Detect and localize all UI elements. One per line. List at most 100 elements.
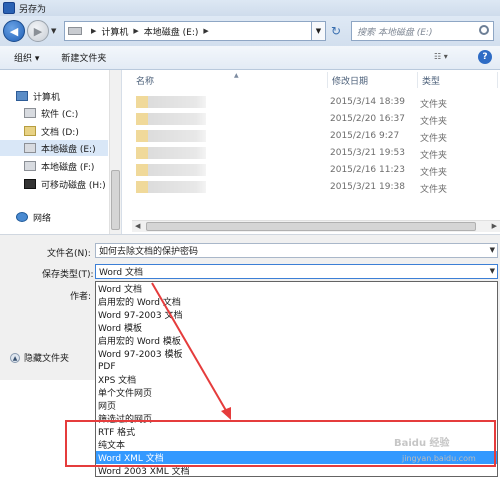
hide-folders-label: 隐藏文件夹: [24, 354, 70, 364]
nav-item-network[interactable]: 网络: [16, 209, 51, 225]
chevron-right-icon[interactable]: ▶: [203, 27, 208, 35]
network-icon: [16, 212, 28, 222]
nav-item-drive-h[interactable]: 可移动磁盘 (H:): [24, 176, 106, 192]
column-header-label: 修改日期: [332, 76, 369, 87]
column-header-date[interactable]: 修改日期: [328, 72, 418, 88]
nav-item-label: 可移动磁盘 (H:): [41, 180, 106, 191]
row-date: 2015/3/14 18:39: [330, 97, 405, 107]
back-arrow-icon[interactable]: ◀: [3, 20, 25, 42]
title-bar: 另存为: [0, 0, 500, 16]
nav-item-label: 本地磁盘 (F:): [41, 162, 95, 173]
scrollbar-thumb[interactable]: [111, 170, 120, 230]
navigation-pane: 计算机 软件 (C:) 文档 (D:) 本地磁盘 (E:) 本地磁盘 (F:) …: [0, 70, 122, 234]
address-dropdown-chevron-icon[interactable]: ▼: [312, 21, 326, 41]
recent-pages-chevron-icon[interactable]: ▼: [51, 27, 61, 35]
table-row[interactable]: 2015/3/21 19:38 文件夹: [132, 179, 492, 195]
nav-item-label: 本地磁盘 (E:): [41, 144, 96, 155]
savetype-option[interactable]: Word 97-2003 模板: [96, 347, 497, 360]
file-list: 名称 ▲ 修改日期 类型 2015/3/14 18:39 文件夹 2015/2/…: [122, 70, 500, 234]
breadcrumb-computer[interactable]: 计算机: [101, 25, 128, 38]
savetype-option[interactable]: PDF: [96, 360, 497, 373]
chevron-up-icon: ▲: [10, 352, 20, 363]
chevron-down-icon[interactable]: ▼: [490, 246, 495, 254]
savetype-option[interactable]: Word 文档: [96, 282, 497, 295]
hide-folders-button[interactable]: ▲ 隐藏文件夹: [10, 351, 69, 364]
author-label: 作者:: [70, 292, 92, 302]
nav-item-label: 软件 (C:): [41, 109, 79, 120]
nav-item-drive-f[interactable]: 本地磁盘 (F:): [24, 158, 94, 174]
column-header-name[interactable]: 名称 ▲: [132, 72, 328, 88]
usb-drive-icon: [24, 179, 36, 189]
folder-name-blurred: [136, 181, 206, 193]
command-bar: 组织 ▾ 新建文件夹 ☷ ▾ ?: [0, 46, 500, 70]
row-type: 文件夹: [420, 151, 448, 161]
address-bar[interactable]: ▶ 计算机 ▶ 本地磁盘 (E:) ▶: [64, 21, 312, 41]
column-header-type[interactable]: 类型: [418, 72, 498, 88]
row-type: 文件夹: [420, 134, 448, 144]
savetype-select[interactable]: Word 文档 ▼: [95, 264, 498, 279]
row-type: 文件夹: [420, 185, 448, 195]
horizontal-scrollbar[interactable]: ◀ ▶: [132, 220, 500, 232]
organize-button[interactable]: 组织 ▾: [14, 51, 39, 64]
table-row[interactable]: 2015/2/16 9:27 文件夹: [132, 128, 492, 144]
row-date: 2015/2/20 16:37: [330, 114, 405, 124]
folder-name-blurred: [136, 96, 206, 108]
row-date: 2015/2/16 9:27: [330, 131, 400, 141]
drive-icon: [24, 108, 36, 118]
folder-name-blurred: [136, 130, 206, 142]
forward-arrow-icon[interactable]: ▶: [27, 20, 49, 42]
row-type: 文件夹: [420, 100, 448, 110]
nav-item-drive-c[interactable]: 软件 (C:): [24, 105, 78, 121]
nav-item-drive-d[interactable]: 文档 (D:): [24, 123, 79, 139]
filename-label: 文件名(N):: [47, 249, 91, 259]
refresh-icon[interactable]: ↻: [328, 21, 344, 41]
nav-item-label: 计算机: [33, 92, 61, 103]
computer-icon: [16, 91, 28, 101]
savetype-label: 保存类型(T):: [42, 270, 94, 280]
address-row: ◀ ▶ ▼ ▶ 计算机 ▶ 本地磁盘 (E:) ▶ ▼ ↻ 搜索 本地磁盘 (E…: [0, 16, 500, 46]
row-date: 2015/2/16 11:23: [330, 165, 405, 175]
row-type: 文件夹: [420, 168, 448, 178]
folder-name-blurred: [136, 113, 206, 125]
column-header-label: 名称: [136, 76, 155, 87]
savetype-option[interactable]: 网页: [96, 399, 497, 412]
table-row[interactable]: 2015/2/20 16:37 文件夹: [132, 111, 492, 127]
drive-icon: [24, 143, 36, 153]
row-date: 2015/3/21 19:53: [330, 148, 405, 158]
filename-value: 如何去除文档的保护密码: [99, 247, 199, 257]
scroll-right-icon[interactable]: ▶: [492, 222, 497, 230]
nav-scrollbar[interactable]: [109, 70, 121, 234]
column-header-label: 类型: [422, 76, 441, 87]
table-row[interactable]: 2015/3/14 18:39 文件夹: [132, 94, 492, 110]
savetype-option[interactable]: Word 97-2003 文档: [96, 308, 497, 321]
chevron-down-icon[interactable]: ▼: [490, 267, 495, 275]
filename-field[interactable]: 如何去除文档的保护密码 ▼: [95, 243, 498, 258]
savetype-option[interactable]: XPS 文档: [96, 373, 497, 386]
savetype-value: Word 文档: [99, 268, 143, 278]
chevron-right-icon[interactable]: ▶: [133, 27, 138, 35]
drive-icon: [68, 27, 82, 35]
table-row[interactable]: 2015/2/16 11:23 文件夹: [132, 162, 492, 178]
table-row[interactable]: 2015/3/21 19:53 文件夹: [132, 145, 492, 161]
nav-item-label: 文档 (D:): [41, 127, 79, 138]
view-options-icon[interactable]: ☷ ▾: [434, 52, 462, 64]
scroll-left-icon[interactable]: ◀: [135, 222, 140, 230]
search-input[interactable]: 搜索 本地磁盘 (E:): [351, 21, 494, 41]
row-type: 文件夹: [420, 117, 448, 127]
savetype-option[interactable]: 启用宏的 Word 文档: [96, 295, 497, 308]
help-icon[interactable]: ?: [478, 50, 492, 64]
savetype-option[interactable]: 启用宏的 Word 模板: [96, 334, 497, 347]
chevron-right-icon[interactable]: ▶: [91, 27, 96, 35]
savetype-option[interactable]: 单个文件网页: [96, 386, 497, 399]
sort-ascending-icon: ▲: [234, 72, 239, 79]
nav-item-drive-e[interactable]: 本地磁盘 (E:): [0, 140, 108, 156]
scrollbar-thumb[interactable]: [146, 222, 476, 231]
savetype-option[interactable]: Word 模板: [96, 321, 497, 334]
nav-item-computer[interactable]: 计算机: [16, 88, 60, 104]
drive-icon: [24, 161, 36, 171]
window-title: 另存为: [19, 4, 47, 15]
new-folder-button[interactable]: 新建文件夹: [61, 51, 106, 64]
word-app-icon: [3, 2, 15, 14]
folder-name-blurred: [136, 164, 206, 176]
breadcrumb-drive-e[interactable]: 本地磁盘 (E:): [144, 25, 199, 38]
